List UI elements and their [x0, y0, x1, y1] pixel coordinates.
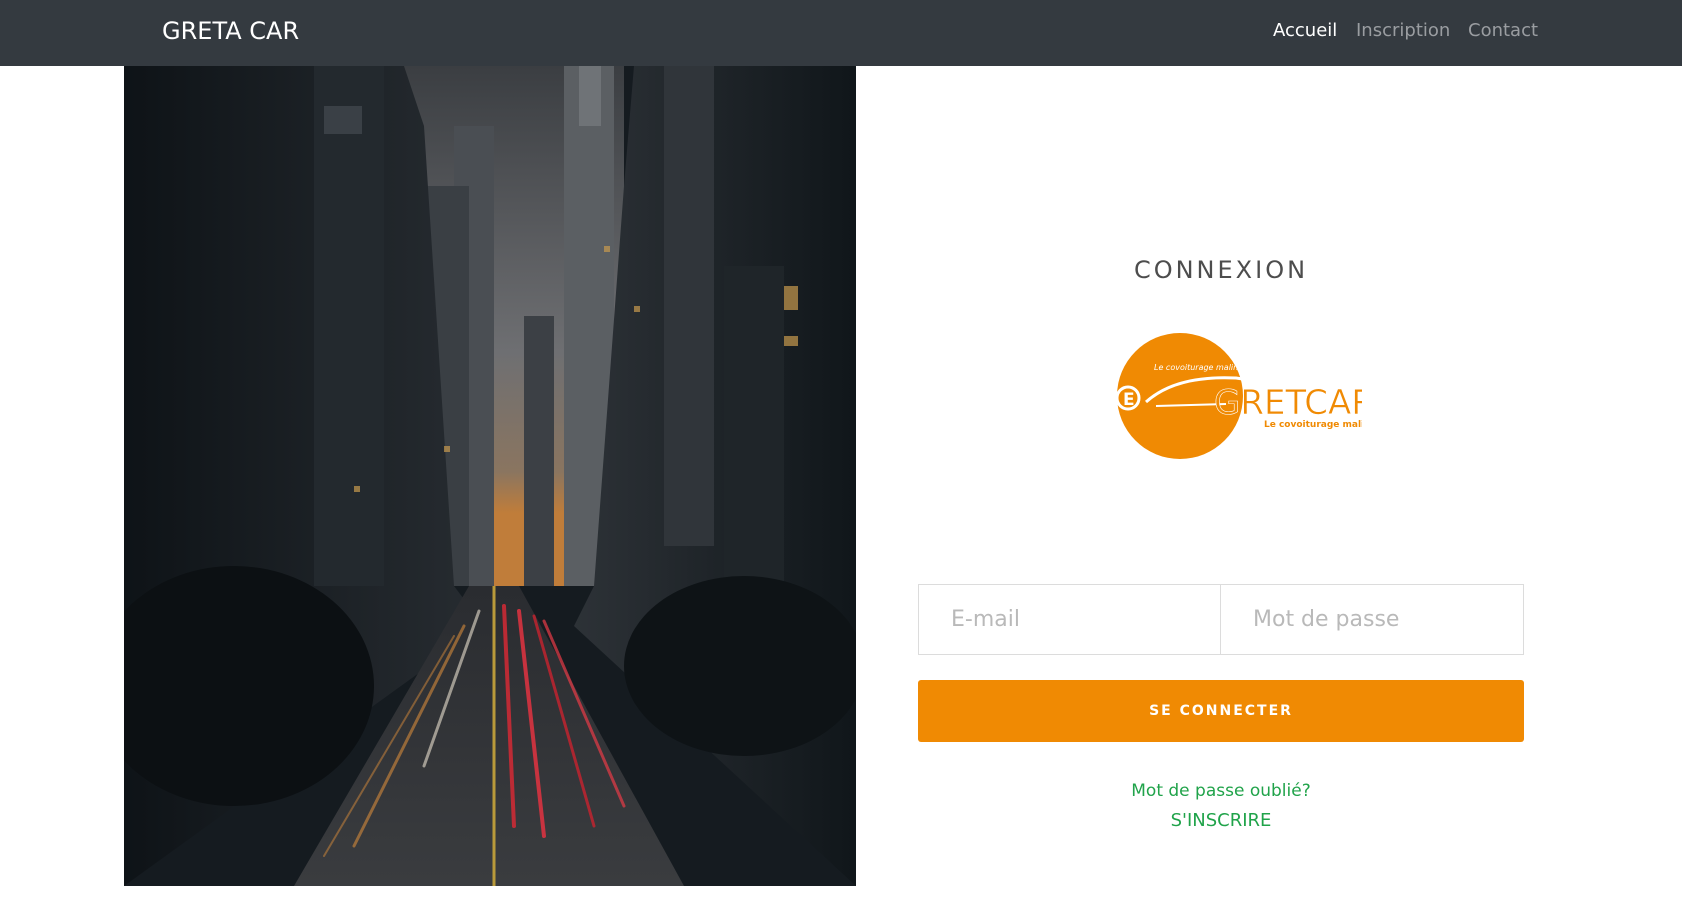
- login-button[interactable]: SE CONNECTER: [918, 680, 1524, 742]
- logo-wordmark: GRETCAR: [1214, 383, 1362, 423]
- login-form: [918, 584, 1524, 655]
- top-navbar: GRETA CAR Accueil Inscription Contact: [0, 0, 1682, 66]
- nav-link-inscription[interactable]: Inscription: [1356, 19, 1450, 43]
- register-link[interactable]: S'INSCRIRE: [918, 810, 1524, 831]
- svg-text:E: E: [1123, 390, 1135, 410]
- login-title: CONNEXION: [1133, 256, 1309, 284]
- gretcar-logo: E Le covoiturage malin GRETCAR Le covoit…: [1115, 332, 1375, 460]
- password-input[interactable]: [1221, 584, 1524, 655]
- forgot-password-link[interactable]: Mot de passe oublié?: [918, 781, 1524, 801]
- brand-link[interactable]: GRETA CAR: [162, 14, 299, 48]
- logo-tagline-top: Le covoiturage malin: [1154, 363, 1238, 372]
- email-input[interactable]: [918, 584, 1221, 655]
- nav-link-accueil[interactable]: Accueil: [1273, 19, 1337, 43]
- logo-tagline: Le covoiturage malin: [1264, 420, 1362, 430]
- nav-link-contact[interactable]: Contact: [1468, 19, 1538, 43]
- city-street-photo: [124, 66, 856, 886]
